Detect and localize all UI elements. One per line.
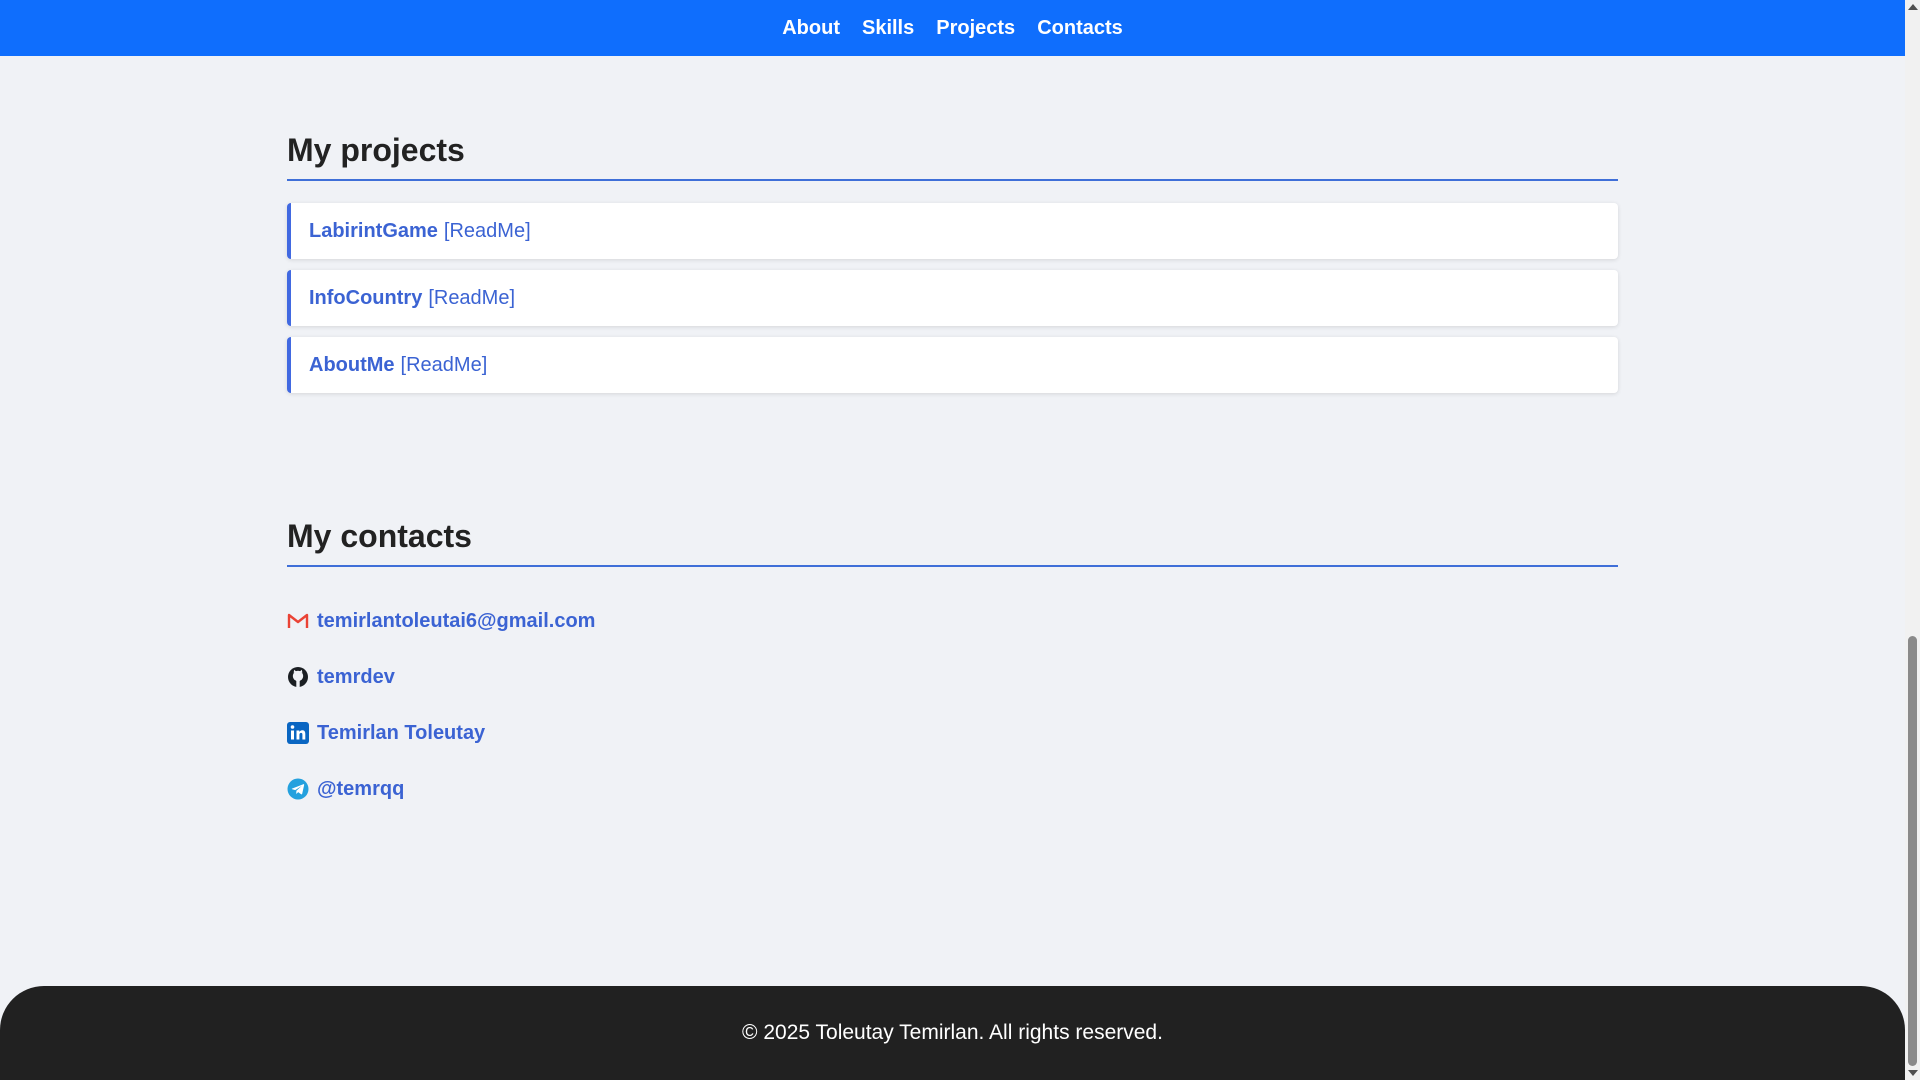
contacts-title: My contacts <box>287 518 1618 567</box>
projects-list: LabirintGame [ReadMe] InfoCountry [ReadM… <box>287 203 1618 393</box>
readme-link-infocountry[interactable]: [ReadMe] <box>428 287 515 310</box>
gmail-icon <box>287 610 309 632</box>
nav-link-contacts[interactable]: Contacts <box>1037 17 1123 40</box>
top-navbar: About Skills Projects Contacts <box>0 0 1905 56</box>
page-footer: © 2025 Toleutay Temirlan. All rights res… <box>0 986 1905 1080</box>
contact-item-telegram: @temrqq <box>287 761 1618 817</box>
scroll-thumb[interactable] <box>1908 636 1917 1066</box>
main-content: My projects LabirintGame [ReadMe] InfoCo… <box>287 56 1618 817</box>
project-card-labirintgame: LabirintGame [ReadMe] <box>287 203 1618 259</box>
project-link-labirintgame[interactable]: LabirintGame <box>309 220 438 243</box>
contact-item-linkedin: Temirlan Toleutay <box>287 705 1618 761</box>
contact-item-github: temrdev <box>287 649 1618 705</box>
contact-item-email: temirlantoleutai6@gmail.com <box>287 593 1618 649</box>
project-card-aboutme: AboutMe [ReadMe] <box>287 337 1618 393</box>
project-link-aboutme[interactable]: AboutMe <box>309 354 395 377</box>
vertical-scrollbar[interactable] <box>1905 0 1920 1080</box>
contacts-section: My contacts temirlantoleutai6@gmail.com <box>287 404 1618 817</box>
projects-section: My projects LabirintGame [ReadMe] InfoCo… <box>287 56 1618 393</box>
linkedin-icon <box>287 722 309 744</box>
telegram-icon <box>287 778 309 800</box>
github-link[interactable]: temrdev <box>317 666 395 689</box>
project-card-infocountry: InfoCountry [ReadMe] <box>287 270 1618 326</box>
nav-link-skills[interactable]: Skills <box>862 17 914 40</box>
readme-link-labirintgame[interactable]: [ReadMe] <box>444 220 531 243</box>
email-link[interactable]: temirlantoleutai6@gmail.com <box>317 610 595 633</box>
copyright-text: © 2025 Toleutay Temirlan. All rights res… <box>742 1021 1163 1044</box>
contacts-list: temirlantoleutai6@gmail.com temrdev Temi… <box>287 593 1618 817</box>
telegram-link[interactable]: @temrqq <box>317 778 404 801</box>
project-link-infocountry[interactable]: InfoCountry <box>309 287 422 310</box>
scroll-down-arrow-icon[interactable] <box>1908 1070 1918 1076</box>
projects-title: My projects <box>287 132 1618 181</box>
scroll-up-arrow-icon[interactable] <box>1908 4 1918 10</box>
readme-link-aboutme[interactable]: [ReadMe] <box>401 354 488 377</box>
nav-link-about[interactable]: About <box>782 17 840 40</box>
github-icon <box>287 666 309 688</box>
nav-link-projects[interactable]: Projects <box>936 17 1015 40</box>
linkedin-link[interactable]: Temirlan Toleutay <box>317 722 485 745</box>
